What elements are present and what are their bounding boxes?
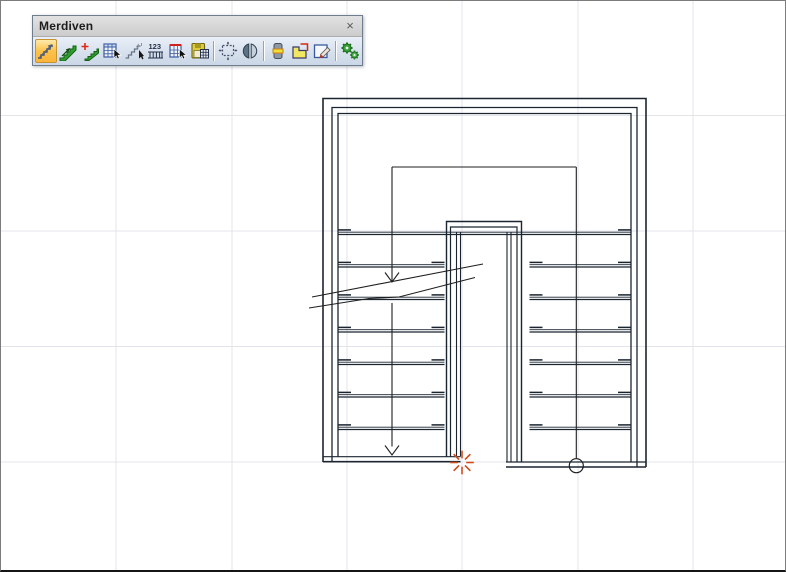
- stair-region-pick-icon: [168, 41, 188, 61]
- stair-mirror-button[interactable]: [239, 39, 261, 63]
- stair-save-icon: [190, 41, 210, 61]
- toolbar-titlebar[interactable]: Merdiven ×: [33, 16, 362, 37]
- stair-pick-button[interactable]: [123, 39, 145, 63]
- toolbar-separator: [335, 41, 337, 61]
- stair-plan-outline-icon: [290, 41, 310, 61]
- stair-save-button[interactable]: [189, 39, 211, 63]
- stair-flight-add-button[interactable]: [79, 39, 101, 63]
- stair-table-pick-button[interactable]: [101, 39, 123, 63]
- svg-text:123: 123: [149, 42, 162, 51]
- app-window: Merdiven ×: [0, 0, 786, 572]
- stair-edit-button[interactable]: [311, 39, 333, 63]
- stair-mirror-icon: [240, 41, 260, 61]
- toolbar-separator: [263, 41, 265, 61]
- stair-region-pick-button[interactable]: [167, 39, 189, 63]
- walkline-start-circle: [569, 459, 583, 473]
- stair-draw-button[interactable]: [35, 39, 57, 63]
- stair-draw-icon: [36, 41, 56, 61]
- stair-settings-icon: [340, 41, 360, 61]
- close-icon[interactable]: ×: [343, 20, 357, 32]
- drawing-canvas[interactable]: [1, 1, 785, 570]
- stair-extents-button[interactable]: [217, 39, 239, 63]
- stair-settings-button[interactable]: [339, 39, 361, 63]
- merdiven-toolbar: Merdiven ×: [32, 15, 363, 66]
- stair-numbering-icon: 123: [146, 41, 166, 61]
- stair-edit-icon: [312, 41, 332, 61]
- stair-extents-icon: [218, 41, 238, 61]
- stair-flight-add-icon: [80, 41, 100, 61]
- stair-flight-icon: [58, 41, 78, 61]
- stair-pick-icon: [124, 41, 144, 61]
- stair-section-icon: [268, 41, 288, 61]
- grid: [1, 1, 785, 570]
- stair-plan-drawing[interactable]: [309, 99, 646, 473]
- stair-table-pick-icon: [102, 41, 122, 61]
- toolbar-iconrow: 123: [33, 37, 362, 65]
- toolbar-title: Merdiven: [39, 19, 93, 33]
- stair-plan-outline-button[interactable]: [289, 39, 311, 63]
- stair-flight-button[interactable]: [57, 39, 79, 63]
- stair-section-button[interactable]: [267, 39, 289, 63]
- toolbar-separator: [213, 41, 215, 61]
- stair-numbering-button[interactable]: 123: [145, 39, 167, 63]
